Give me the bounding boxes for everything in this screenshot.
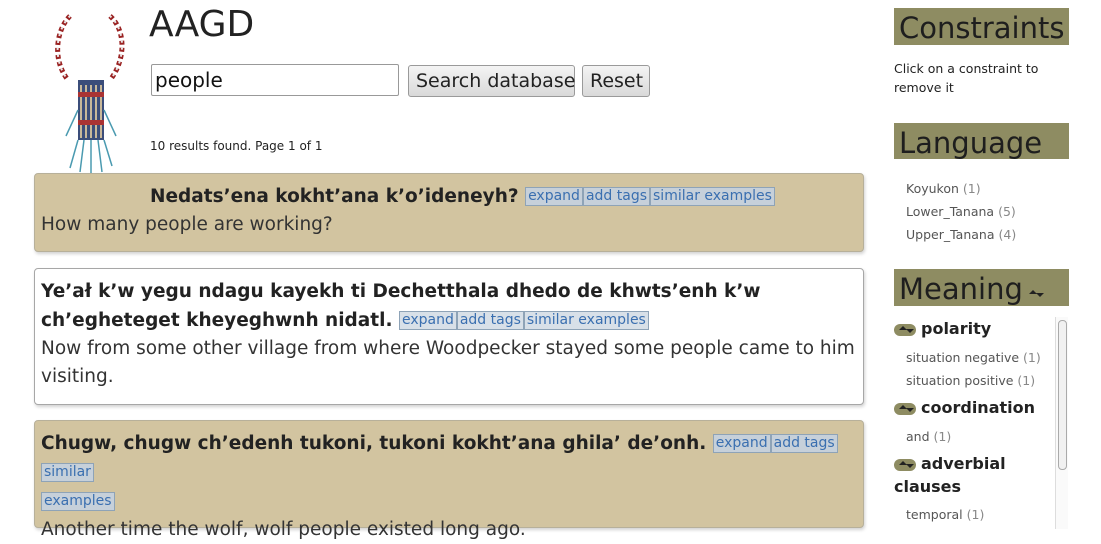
expand-button[interactable]: expand bbox=[525, 187, 583, 206]
language-label: Koyukon bbox=[906, 181, 959, 196]
similar-examples-button[interactable]: similar examples bbox=[650, 187, 775, 206]
meaning-category-adverbial-clauses[interactable]: adverbial clauses bbox=[894, 452, 1054, 498]
collapse-toggle-icon[interactable] bbox=[894, 323, 916, 336]
language-item-upper-tanana[interactable]: Upper_Tanana (4) bbox=[906, 227, 1016, 242]
meaning-item-label: situation negative bbox=[906, 350, 1020, 365]
expand-button[interactable]: expand bbox=[712, 434, 771, 453]
search-input[interactable] bbox=[151, 64, 399, 96]
meaning-item-count: (1) bbox=[933, 429, 952, 444]
meaning-item-count: (1) bbox=[966, 507, 985, 522]
collapse-toggle-icon[interactable] bbox=[894, 458, 916, 471]
result-card: Chugw, chugw ch’edenh tukoni, tukoni kok… bbox=[34, 420, 864, 540]
translation-text: Another time the wolf, wolf people exist… bbox=[41, 519, 526, 540]
collapse-toggle-icon[interactable] bbox=[1024, 288, 1046, 300]
result-card: Nedats’ena kokht’ana k’o’ideneyh? expand… bbox=[34, 173, 864, 252]
meaning-header: Meaning bbox=[894, 269, 1069, 306]
example-text: Nedats’ena kokht’ana k’o’ideneyh? bbox=[150, 186, 519, 207]
similar-examples-button-continued[interactable]: examples bbox=[41, 492, 115, 511]
language-header: Language bbox=[894, 123, 1069, 159]
meaning-item-label: and bbox=[906, 429, 930, 444]
constraints-header: Constraints bbox=[894, 8, 1069, 45]
meaning-category-coordination[interactable]: coordination bbox=[894, 396, 1054, 419]
results-count: 10 results found. Page 1 of 1 bbox=[150, 139, 323, 153]
meaning-item-temporal[interactable]: temporal (1) bbox=[906, 507, 984, 522]
add-tags-button[interactable]: add tags bbox=[770, 434, 838, 453]
meaning-item-situation-positive[interactable]: situation positive (1) bbox=[906, 373, 1035, 388]
constraints-hint: Click on a constraint to remove it bbox=[894, 61, 1039, 95]
category-label: polarity bbox=[921, 319, 992, 338]
language-label: Upper_Tanana bbox=[906, 227, 995, 242]
collapse-toggle-icon[interactable] bbox=[894, 402, 916, 415]
meaning-scrollbar[interactable] bbox=[1055, 317, 1068, 529]
language-count: (4) bbox=[998, 227, 1017, 242]
translation-text: How many people are working? bbox=[41, 214, 333, 235]
add-tags-button[interactable]: add tags bbox=[582, 187, 651, 206]
meaning-item-situation-negative[interactable]: situation negative (1) bbox=[906, 350, 1041, 365]
language-label: Lower_Tanana bbox=[906, 204, 995, 219]
example-line: Chugw, chugw ch’edenh tukoni, tukoni kok… bbox=[41, 429, 857, 516]
meaning-item-label: situation positive bbox=[906, 373, 1014, 388]
scrollbar-thumb[interactable] bbox=[1058, 320, 1067, 470]
meaning-item-count: (1) bbox=[1017, 373, 1036, 388]
meaning-item-and[interactable]: and (1) bbox=[906, 429, 951, 444]
expand-button[interactable]: expand bbox=[398, 311, 457, 330]
language-item-lower-tanana[interactable]: Lower_Tanana (5) bbox=[906, 204, 1016, 219]
similar-examples-button[interactable]: similar bbox=[41, 463, 94, 482]
category-label: coordination bbox=[921, 398, 1035, 417]
example-line: Ye’ał k’w yegu ndagu kayekh ti Dechettha… bbox=[41, 277, 857, 335]
result-card: Ye’ał k’w yegu ndagu kayekh ti Dechettha… bbox=[34, 268, 864, 405]
language-item-koyukon[interactable]: Koyukon (1) bbox=[906, 181, 981, 196]
reset-button[interactable]: Reset bbox=[582, 65, 650, 97]
app-title: AAGD bbox=[149, 4, 255, 45]
example-text: Chugw, chugw ch’edenh tukoni, tukoni kok… bbox=[41, 433, 707, 454]
add-tags-button[interactable]: add tags bbox=[456, 311, 524, 330]
similar-examples-button[interactable]: similar examples bbox=[523, 311, 649, 330]
translation-text: Now from some other village from where W… bbox=[41, 338, 855, 387]
meaning-title: Meaning bbox=[899, 272, 1023, 306]
beaded-necklace-logo bbox=[55, 14, 125, 173]
language-count: (5) bbox=[998, 204, 1016, 219]
language-count: (1) bbox=[962, 181, 981, 196]
search-button[interactable]: Search database bbox=[408, 65, 575, 97]
meaning-item-label: temporal bbox=[906, 507, 963, 522]
meaning-category-polarity[interactable]: polarity bbox=[894, 317, 1054, 340]
example-line: Nedats’ena kokht’ana k’o’ideneyh? expand… bbox=[41, 182, 857, 211]
meaning-item-count: (1) bbox=[1023, 350, 1041, 365]
